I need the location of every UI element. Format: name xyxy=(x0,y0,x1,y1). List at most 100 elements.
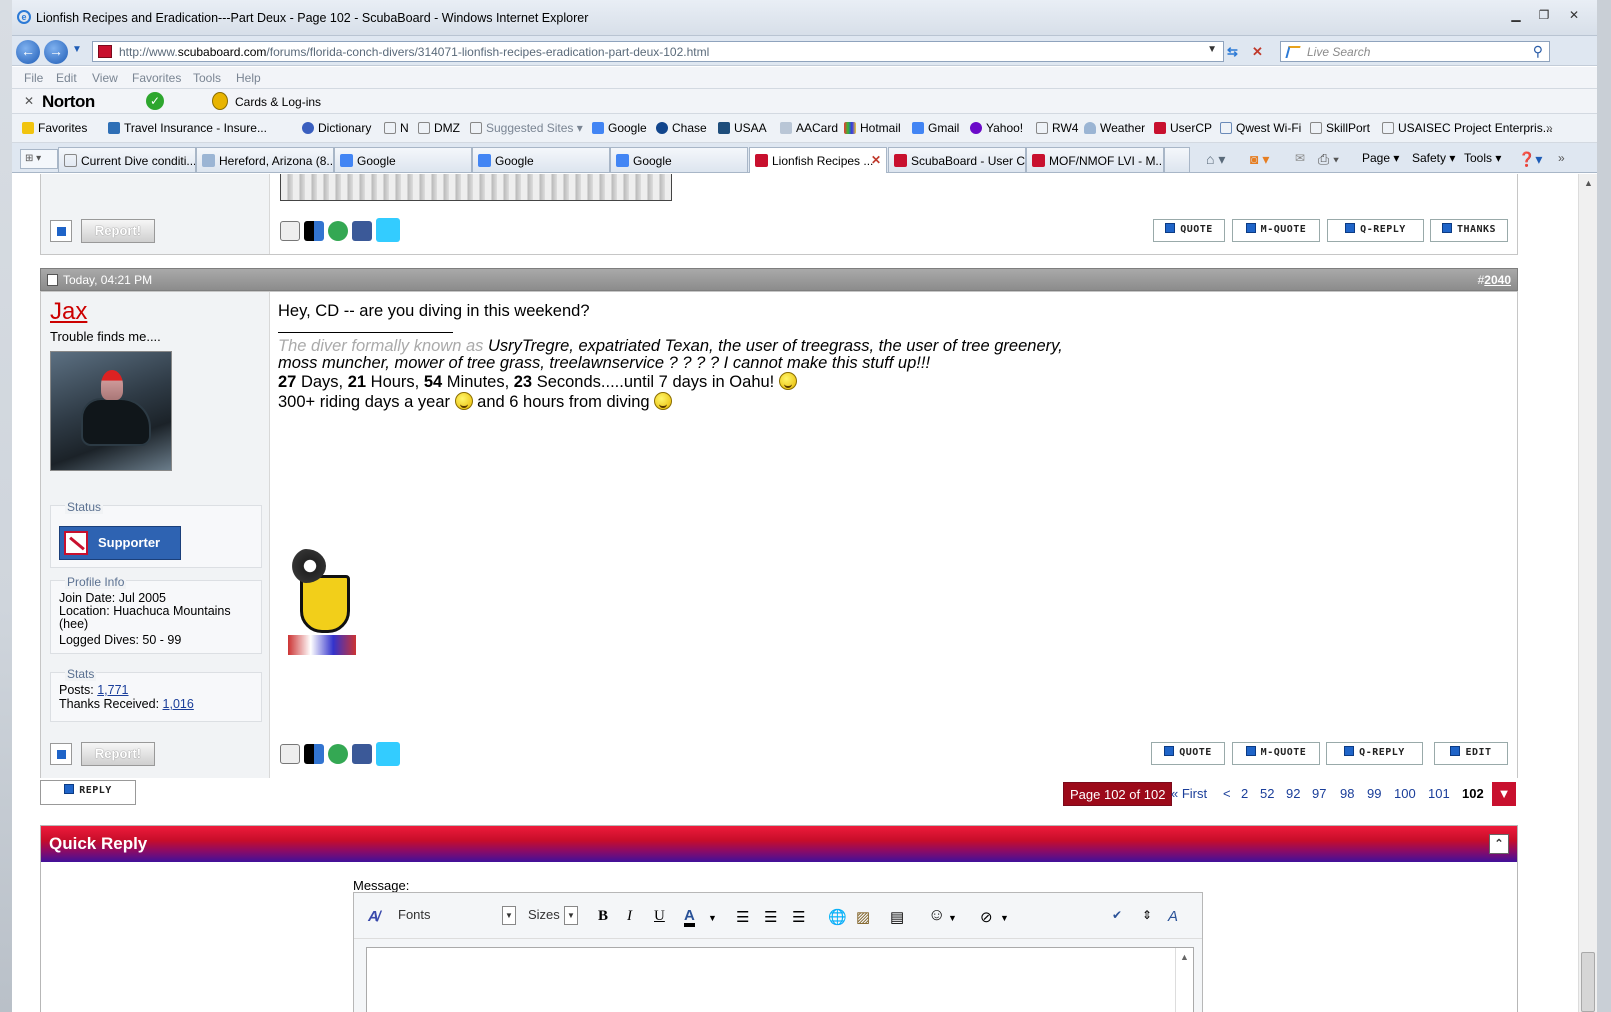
tab-current-dive[interactable]: Current Dive conditi... xyxy=(58,147,196,172)
quote-button[interactable]: QUOTE xyxy=(1151,742,1225,765)
scroll-thumb[interactable] xyxy=(1581,952,1595,1012)
quick-reply-button[interactable]: Q-REPLY xyxy=(1327,219,1424,242)
fav-yahoo[interactable]: Yahoo! xyxy=(970,121,1023,135)
insert-image-icon[interactable]: ▨ xyxy=(856,908,870,926)
vertical-scrollbar[interactable]: ▲ xyxy=(1578,174,1597,1012)
fav-aacard[interactable]: AACard xyxy=(780,121,838,135)
help-icon[interactable]: ❓▾ xyxy=(1518,151,1542,168)
tools-menu[interactable]: Tools ▾ xyxy=(1464,151,1501,165)
menu-file[interactable]: File xyxy=(24,71,43,85)
page-first-link[interactable]: « First xyxy=(1171,782,1207,806)
close-tab-icon[interactable]: ✕ xyxy=(871,153,881,167)
user-avatar[interactable] xyxy=(50,351,172,471)
menu-favorites[interactable]: Favorites xyxy=(132,71,181,85)
page-link[interactable]: 99 xyxy=(1367,782,1381,806)
spellcheck-icon[interactable]: ✔ xyxy=(1112,908,1122,922)
textarea-scrollbar[interactable]: ▲ xyxy=(1175,948,1193,1012)
reply-button[interactable]: REPLY xyxy=(40,780,136,805)
post-icon-button[interactable] xyxy=(50,743,72,765)
resize-icon[interactable]: ⇕ xyxy=(1142,908,1152,922)
cards-logins-menu[interactable]: Cards & Log-ins xyxy=(235,95,321,109)
underline-icon[interactable]: U xyxy=(654,908,665,925)
insert-link-icon[interactable]: 🌐 xyxy=(828,908,847,926)
refresh-icon[interactable]: ⇆ xyxy=(1227,44,1238,60)
tab-lionfish-active[interactable]: Lionfish Recipes ... ✕ xyxy=(749,147,887,173)
fav-weather[interactable]: Weather xyxy=(1084,121,1145,135)
address-bar[interactable]: http://www.scubaboard.com/forums/florida… xyxy=(92,41,1224,62)
menu-edit[interactable]: Edit xyxy=(56,71,77,85)
fav-dmz[interactable]: DMZ xyxy=(418,121,460,135)
wrap-quote-icon[interactable]: ▤ xyxy=(890,908,904,926)
quote-button[interactable]: QUOTE xyxy=(1153,219,1225,242)
page-link[interactable]: 52 xyxy=(1260,782,1274,806)
thanks-button[interactable]: THANKS xyxy=(1430,219,1508,242)
edit-button[interactable]: EDIT xyxy=(1434,742,1508,765)
post-number-link[interactable]: 2040 xyxy=(1484,273,1511,287)
stumbleupon-icon[interactable] xyxy=(328,744,348,764)
search-box[interactable]: Live Search ⚲ xyxy=(1280,41,1550,62)
smilies-dropdown-icon[interactable]: ▼ xyxy=(948,913,957,923)
delicious-icon[interactable] xyxy=(304,744,324,764)
safety-menu[interactable]: Safety ▾ xyxy=(1412,151,1455,165)
align-right-icon[interactable]: ☰ xyxy=(792,908,805,926)
page-link[interactable]: 100 xyxy=(1394,782,1416,806)
fav-travel-insurance[interactable]: Travel Insurance - Insure... xyxy=(108,121,267,135)
menu-tools[interactable]: Tools xyxy=(193,71,221,85)
tab-google-2[interactable]: Google xyxy=(472,147,610,172)
fav-suggested-sites[interactable]: Suggested Sites ▾ xyxy=(470,121,583,135)
print-icon[interactable]: ⎙ ▾ xyxy=(1318,151,1339,168)
page-link[interactable]: 97 xyxy=(1312,782,1326,806)
tab-scubaboard-user[interactable]: ScubaBoard - User C... xyxy=(888,147,1026,172)
facebook-icon[interactable] xyxy=(352,744,372,764)
search-icon[interactable]: ⚲ xyxy=(1533,43,1543,60)
smilies-icon[interactable]: ☺ xyxy=(928,905,945,925)
page-link[interactable]: 101 xyxy=(1428,782,1450,806)
norton-brand[interactable]: Norton xyxy=(42,92,95,112)
multi-quote-button[interactable]: M-QUOTE xyxy=(1232,219,1320,242)
fav-usaisec[interactable]: USAISEC Project Enterpris... xyxy=(1382,121,1553,135)
report-button[interactable]: Report! xyxy=(81,742,155,766)
history-dropdown-icon[interactable]: ▼ xyxy=(72,44,82,55)
favorites-overflow-icon[interactable]: » xyxy=(1546,121,1553,135)
tab-google-3[interactable]: Google xyxy=(610,147,748,172)
facebook-icon[interactable] xyxy=(352,221,372,241)
report-button[interactable]: Report! xyxy=(81,219,155,243)
menu-help[interactable]: Help xyxy=(236,71,261,85)
forward-button[interactable]: → xyxy=(44,40,68,64)
fav-n[interactable]: N xyxy=(384,121,409,135)
fav-usaa[interactable]: USAA xyxy=(718,121,767,135)
rss-icon[interactable]: ◙ ▾ xyxy=(1250,151,1269,168)
message-textarea[interactable]: ▲ xyxy=(366,947,1194,1012)
fav-dictionary[interactable]: Dictionary xyxy=(302,121,371,135)
align-center-icon[interactable]: ☰ xyxy=(764,908,777,926)
size-select[interactable]: Sizes ▼ xyxy=(524,905,578,927)
page-jump-dropdown-icon[interactable]: ▼ xyxy=(1492,782,1516,806)
address-dropdown-icon[interactable]: ▼ xyxy=(1207,44,1217,55)
post-icon-button[interactable] xyxy=(50,220,72,242)
quick-reply-button[interactable]: Q-REPLY xyxy=(1326,742,1423,765)
thanks-link[interactable]: 1,016 xyxy=(163,697,194,711)
username-link[interactable]: Jax xyxy=(50,298,87,326)
fav-rw4[interactable]: RW4 xyxy=(1036,121,1078,135)
fav-gmail[interactable]: Gmail xyxy=(912,121,959,135)
font-color-icon[interactable]: A xyxy=(684,908,695,927)
switch-editor-icon[interactable]: A xyxy=(1168,908,1178,925)
menu-view[interactable]: View xyxy=(92,71,118,85)
twitter-icon[interactable] xyxy=(376,742,400,766)
font-select[interactable]: Fonts ▼ xyxy=(394,905,516,927)
fav-chase[interactable]: Chase xyxy=(656,121,707,135)
close-toolbar-icon[interactable]: ✕ xyxy=(24,94,34,108)
tab-mof-nmof[interactable]: MOF/NMOF LVI - M... xyxy=(1026,147,1164,172)
maximize-button[interactable]: ❐ xyxy=(1531,6,1557,24)
scroll-up-icon[interactable]: ▲ xyxy=(1584,178,1593,188)
stop-icon[interactable]: ✕ xyxy=(1252,44,1263,60)
new-tab-button[interactable] xyxy=(1164,147,1190,172)
italic-icon[interactable]: I xyxy=(627,908,632,925)
stumbleupon-icon[interactable] xyxy=(328,221,348,241)
tab-google-1[interactable]: Google xyxy=(334,147,472,172)
align-left-icon[interactable]: ☰ xyxy=(736,908,749,926)
quick-tabs-icon[interactable]: ⊞ ▾ xyxy=(20,149,58,169)
page-link[interactable]: 2 xyxy=(1241,782,1248,806)
fav-google[interactable]: Google xyxy=(592,121,647,135)
back-button[interactable]: ← xyxy=(16,40,40,64)
